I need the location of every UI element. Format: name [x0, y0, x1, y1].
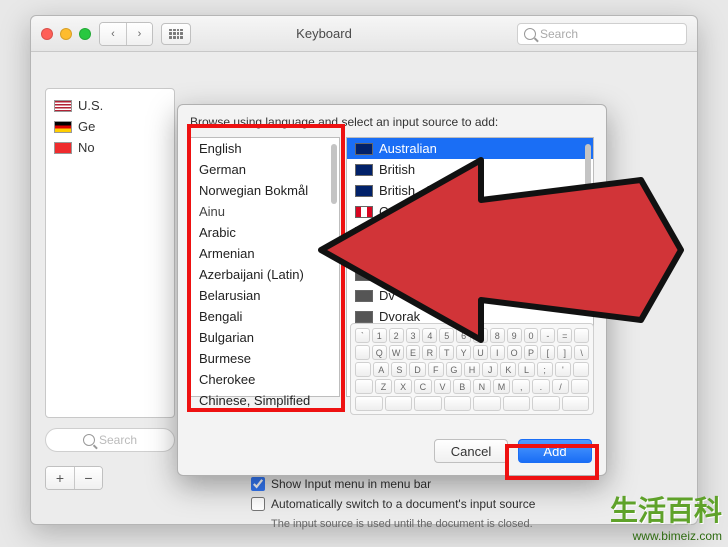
flag-icon: [355, 143, 373, 155]
watermark: 生活百科 www.bimeiz.com: [610, 489, 722, 543]
window-title: Keyboard: [139, 26, 509, 41]
flag-icon: [355, 248, 373, 260]
scrollbar[interactable]: [585, 144, 591, 192]
list-item[interactable]: Canadian English: [347, 201, 593, 222]
flag-icon: [54, 121, 72, 133]
auto-switch-checkbox[interactable]: Automatically switch to a document's inp…: [251, 494, 535, 514]
show-menu-checkbox[interactable]: Show Input menu in menu bar: [251, 474, 535, 494]
flag-icon: [355, 185, 373, 197]
preferences-window: ‹ › Keyboard Search U.S. Ge No Search + …: [30, 15, 698, 525]
list-item[interactable]: German: [191, 159, 339, 180]
search-icon: [524, 28, 536, 40]
flag-icon: [355, 206, 373, 218]
list-item: U.S.: [46, 95, 174, 116]
list-item[interactable]: Australian: [347, 138, 593, 159]
source-search[interactable]: Search: [45, 428, 175, 452]
list-item[interactable]: Colemak: [347, 222, 593, 243]
flag-icon: [355, 164, 373, 176]
list-item[interactable]: British - PC: [347, 180, 593, 201]
add-source-button[interactable]: +: [46, 467, 74, 489]
add-source-sheet: Browse using language and select an inpu…: [177, 104, 607, 476]
sheet-title: Browse using language and select an inpu…: [190, 115, 594, 129]
back-button[interactable]: ‹: [100, 23, 126, 45]
flag-icon: [355, 311, 373, 323]
zoom-icon[interactable]: [79, 28, 91, 40]
list-item[interactable]: Norwegian Bokmål: [191, 180, 339, 201]
sheet-buttons: Cancel Add: [434, 439, 592, 463]
toolbar-search[interactable]: Search: [517, 23, 687, 45]
list-item[interactable]: Chinese, Simplified: [191, 390, 339, 411]
list-item[interactable]: Bengali: [191, 306, 339, 327]
list-item[interactable]: Dv: [347, 264, 593, 285]
list-item[interactable]: British: [347, 159, 593, 180]
flag-icon: [355, 290, 373, 302]
window-body: U.S. Ge No Search + − Show Input menu in…: [31, 52, 697, 524]
list-item[interactable]: Azerbaijani (Latin): [191, 264, 339, 285]
hint-text: The input source is used until the docum…: [271, 514, 535, 534]
list-item[interactable]: Dv: [347, 285, 593, 306]
list-item[interactable]: Ainu: [191, 201, 339, 222]
flag-icon: [54, 100, 72, 112]
add-button[interactable]: Add: [518, 439, 592, 463]
search-icon: [83, 434, 95, 446]
list-item: No: [46, 137, 174, 158]
cancel-button[interactable]: Cancel: [434, 439, 508, 463]
traffic-lights: [41, 28, 91, 40]
list-item[interactable]: Armenian: [191, 243, 339, 264]
language-list[interactable]: English German Norwegian Bokmål Ainu Ara…: [190, 137, 340, 397]
list-item[interactable]: Burmese: [191, 348, 339, 369]
add-remove-buttons: + −: [45, 466, 103, 490]
list-item[interactable]: Cherokee: [191, 369, 339, 390]
list-item[interactable]: Arabic: [191, 222, 339, 243]
scrollbar[interactable]: [331, 144, 337, 204]
flag-icon: [355, 227, 373, 239]
titlebar: ‹ › Keyboard Search: [31, 16, 697, 52]
input-sources-list[interactable]: U.S. Ge No: [45, 88, 175, 418]
list-item[interactable]: Belarusian: [191, 285, 339, 306]
keyboard-preview: `1234567890-= QWERTYUIOP[]\ ASDFGHJKL;' …: [350, 323, 594, 415]
close-icon[interactable]: [41, 28, 53, 40]
list-item[interactable]: Dv: [347, 243, 593, 264]
list-item[interactable]: English: [191, 138, 339, 159]
flag-icon: [355, 269, 373, 281]
list-item[interactable]: Bulgarian: [191, 327, 339, 348]
search-placeholder: Search: [540, 27, 578, 41]
minimize-icon[interactable]: [60, 28, 72, 40]
options: Show Input menu in menu bar Automaticall…: [251, 474, 535, 534]
list-item: Ge: [46, 116, 174, 137]
remove-source-button[interactable]: −: [74, 467, 102, 489]
flag-icon: [54, 142, 72, 154]
